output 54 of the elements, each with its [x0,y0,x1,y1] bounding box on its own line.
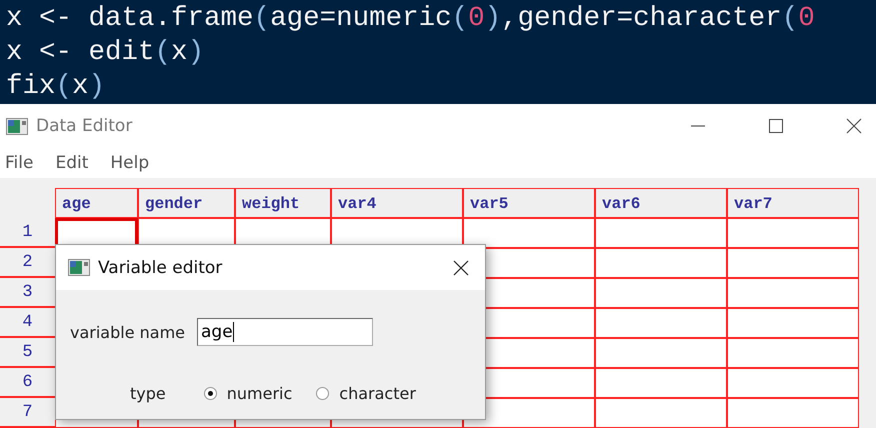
table-cell[interactable] [595,338,727,368]
table-cell[interactable] [727,248,859,278]
window-title: Data Editor [36,116,132,136]
maximize-icon[interactable] [768,118,784,134]
table-cell[interactable] [595,278,727,308]
code-token: ( [782,3,798,34]
field-label: variable name [70,322,186,342]
code-token: 0 [798,3,815,34]
app-icon [68,259,90,276]
table-cell[interactable] [463,218,595,248]
code-token: ( [254,3,270,34]
code-token: 0 [468,3,485,34]
column-header[interactable]: gender [138,188,235,218]
column-header[interactable]: age [55,188,138,218]
table-cell[interactable] [727,218,859,248]
table-cell[interactable] [595,368,727,398]
code-token: ( [452,3,468,34]
table-cell[interactable] [595,308,727,338]
table-cell[interactable] [727,308,859,338]
field-label: type [130,384,166,403]
code-token: ( [56,71,72,102]
column-header[interactable]: var4 [331,188,463,218]
menu-item[interactable]: Edit [55,153,88,173]
dialog-title: Variable editor [98,258,222,278]
menu-item[interactable]: File [5,153,34,173]
code-token: fix [6,71,56,102]
table-cell[interactable] [595,218,727,248]
table-cell[interactable] [595,248,727,278]
column-header[interactable]: var7 [727,188,859,218]
table-cell[interactable] [727,398,859,428]
code-token: x <- edit [6,37,155,68]
code-token: ,gender=character [501,3,782,34]
close-icon[interactable] [453,260,469,276]
code-token: ) [88,71,106,102]
input-field[interactable]: age [197,318,374,346]
code-token: ) [484,3,502,34]
column-header[interactable]: var6 [595,188,727,218]
code-token: x <- data.frame [6,3,254,34]
code-token: ( [154,37,172,68]
code-token: x [72,71,89,102]
code-token: x [171,37,188,68]
table-cell[interactable] [727,278,859,308]
column-header[interactable]: var5 [463,188,595,218]
table-cell[interactable] [595,398,727,428]
code-token: ) [188,37,204,68]
code-token: age=numeric [270,3,452,34]
radio-option[interactable]: character [316,384,416,403]
column-header[interactable]: weight [235,188,331,218]
menu-item[interactable]: Help [110,153,150,173]
radio-option[interactable]: numeric [204,384,292,403]
table-cell[interactable] [727,368,859,398]
close-icon[interactable] [846,118,862,134]
table-cell[interactable] [727,338,859,368]
app-icon [6,118,28,134]
